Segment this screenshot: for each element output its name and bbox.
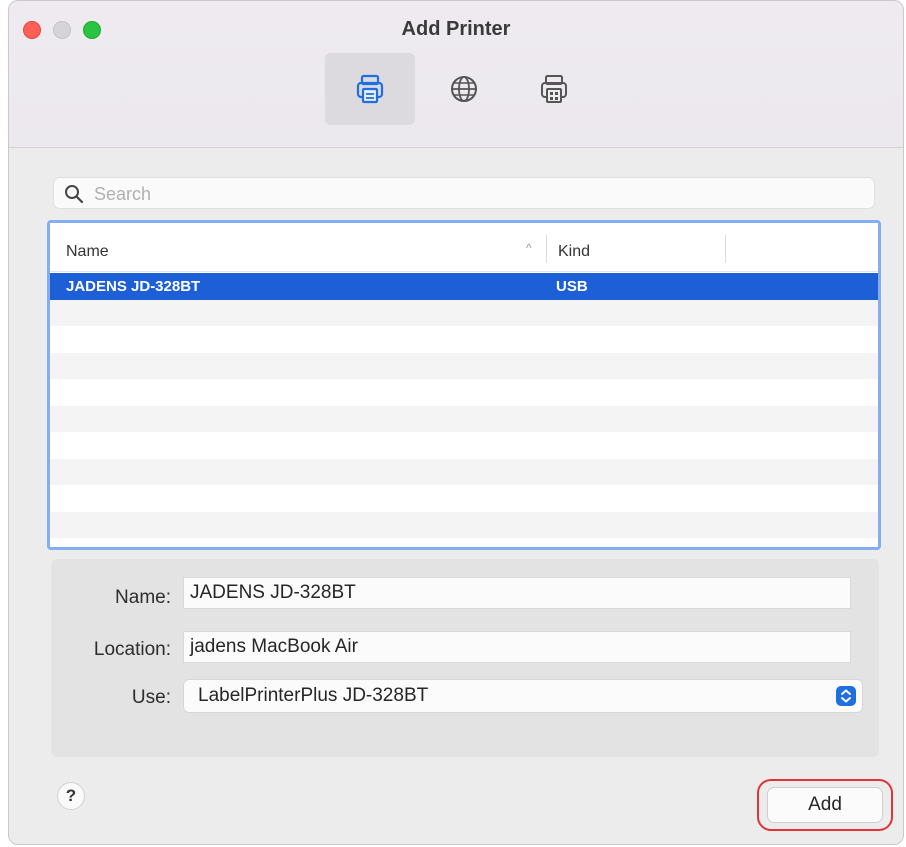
use-label: Use: xyxy=(131,687,171,708)
empty-row xyxy=(50,299,878,326)
toolbar-windows-printers[interactable] xyxy=(509,53,599,125)
use-driver-select[interactable]: LabelPrinterPlus JD-328BT xyxy=(183,679,863,713)
add-printer-window: Add Printer Search Name ^ Kind JADENS JD… xyxy=(8,0,904,845)
column-divider xyxy=(725,235,726,263)
add-button-highlight: Add xyxy=(757,779,893,831)
list-header: Name ^ Kind xyxy=(50,223,878,272)
list-rows: JADENS JD-328BT USB xyxy=(50,273,878,538)
location-field[interactable]: jadens MacBook Air xyxy=(183,631,851,663)
empty-row xyxy=(50,485,878,512)
printer-list[interactable]: Name ^ Kind JADENS JD-328BT USB xyxy=(47,220,881,550)
titlebar: Add Printer xyxy=(9,1,903,148)
use-driver-value: LabelPrinterPlus JD-328BT xyxy=(198,685,429,706)
empty-row xyxy=(50,405,878,432)
search-icon xyxy=(65,185,84,204)
sort-ascending-icon: ^ xyxy=(526,241,532,255)
table-row[interactable]: JADENS JD-328BT USB xyxy=(50,273,878,300)
name-label: Name: xyxy=(115,587,171,608)
toolbar-ip-printers[interactable] xyxy=(419,53,509,125)
empty-row xyxy=(50,352,878,379)
ip-globe-icon xyxy=(451,76,477,102)
default-printer-icon xyxy=(356,74,384,104)
empty-row xyxy=(50,326,878,353)
toolbar-default-printers[interactable] xyxy=(325,53,415,125)
column-header-kind[interactable]: Kind xyxy=(558,243,590,261)
printer-kind-cell: USB xyxy=(556,278,588,295)
window-title: Add Printer xyxy=(401,18,511,40)
column-divider xyxy=(546,235,547,263)
help-button[interactable]: ? xyxy=(57,782,85,810)
empty-row xyxy=(50,458,878,485)
chevron-updown-icon xyxy=(836,686,856,706)
location-label: Location: xyxy=(93,639,171,660)
name-field[interactable]: JADENS JD-328BT xyxy=(183,577,851,609)
empty-row xyxy=(50,432,878,459)
empty-row xyxy=(50,379,878,406)
add-button[interactable]: Add xyxy=(767,787,883,823)
search-field[interactable] xyxy=(53,177,875,209)
printer-name-cell: JADENS JD-328BT xyxy=(66,278,201,295)
printer-details-panel: Name: JADENS JD-328BT Location: jadens M… xyxy=(51,559,879,757)
empty-row xyxy=(50,511,878,538)
windows-printer-icon xyxy=(541,75,567,103)
column-header-name[interactable]: Name xyxy=(66,243,109,261)
search-input[interactable] xyxy=(92,180,856,208)
